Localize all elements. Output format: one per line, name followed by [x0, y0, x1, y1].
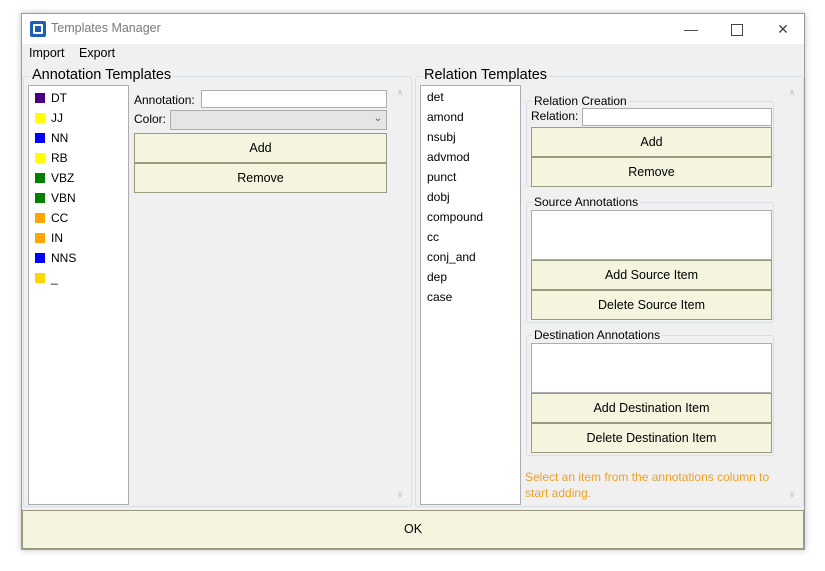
- relation-templates-group: Relation Templates det amond nsubj advmo…: [415, 67, 804, 507]
- add-destination-item-button[interactable]: Add Destination Item: [531, 393, 772, 423]
- relation-templates-title: Relation Templates: [422, 67, 550, 83]
- add-source-item-button[interactable]: Add Source Item: [531, 260, 772, 290]
- maximize-icon: [731, 24, 743, 37]
- color-swatch: [35, 213, 45, 223]
- destination-annotations-group: Destination Annotations Add Destination …: [526, 328, 774, 456]
- add-annotation-button[interactable]: Add: [134, 133, 387, 163]
- relation-list[interactable]: det amond nsubj advmod punct dobj compou…: [420, 85, 521, 505]
- list-item[interactable]: case: [427, 290, 452, 310]
- annotation-templates-group: Annotation Templates DT JJ NN RB VBZ VBN…: [23, 67, 412, 507]
- annotation-templates-title: Annotation Templates: [30, 67, 174, 83]
- remove-relation-button[interactable]: Remove: [531, 157, 772, 187]
- source-annotations-group: Source Annotations Add Source Item Delet…: [526, 195, 774, 323]
- list-item[interactable]: advmod: [427, 150, 470, 170]
- source-annotations-list[interactable]: [531, 210, 772, 260]
- window-title: Templates Manager: [51, 21, 161, 35]
- list-item-label: JJ: [51, 111, 63, 125]
- list-item-label: NN: [51, 131, 69, 145]
- color-swatch: [35, 253, 45, 263]
- ok-button[interactable]: OK: [22, 510, 804, 549]
- color-swatch: [35, 113, 45, 123]
- chevron-down-icon: ⌄: [373, 113, 382, 124]
- annotation-label: Annotation:: [134, 93, 195, 107]
- relation-input[interactable]: [582, 108, 772, 126]
- destination-annotations-title: Destination Annotations: [532, 328, 663, 342]
- relation-creation-title: Relation Creation: [532, 94, 629, 108]
- list-item-label: DT: [51, 91, 67, 105]
- list-item[interactable]: amond: [427, 110, 464, 130]
- color-dropdown[interactable]: ⌄: [170, 110, 387, 130]
- title-bar: Templates Manager — ✕: [22, 14, 804, 44]
- color-swatch: [35, 133, 45, 143]
- list-item[interactable]: compound: [427, 210, 483, 230]
- relation-scrollbar[interactable]: ∧ ∨: [785, 85, 799, 505]
- close-icon: ✕: [777, 21, 789, 37]
- minimize-icon: —: [684, 21, 698, 37]
- menu-export[interactable]: Export: [79, 46, 115, 60]
- close-button[interactable]: ✕: [760, 14, 806, 44]
- relation-creation-group: Relation Creation Relation: Add Remove: [526, 94, 774, 187]
- scroll-down-icon[interactable]: ∨: [394, 489, 406, 500]
- list-item[interactable]: punct: [427, 170, 456, 190]
- annotation-scrollbar[interactable]: ∧ ∨: [393, 85, 407, 505]
- menu-bar: Import Export: [22, 44, 804, 64]
- list-item[interactable]: dobj: [427, 190, 450, 210]
- list-item[interactable]: cc: [427, 230, 439, 250]
- delete-source-item-button[interactable]: Delete Source Item: [531, 290, 772, 320]
- color-swatch: [35, 93, 45, 103]
- list-item-label: _: [51, 271, 58, 285]
- list-item-label: CC: [51, 211, 69, 225]
- color-swatch: [35, 233, 45, 243]
- list-item-label: VBZ: [51, 171, 75, 185]
- scroll-up-icon[interactable]: ∧: [394, 87, 406, 98]
- maximize-button[interactable]: [714, 14, 760, 44]
- list-item[interactable]: nsubj: [427, 130, 456, 150]
- app-icon: [30, 21, 46, 37]
- list-item[interactable]: conj_and: [427, 250, 476, 270]
- color-swatch: [35, 193, 45, 203]
- annotation-input[interactable]: [201, 90, 387, 108]
- list-item-label: RB: [51, 151, 68, 165]
- hint-text: Select an item from the annotations colu…: [525, 470, 770, 500]
- color-swatch: [35, 273, 45, 283]
- scroll-up-icon[interactable]: ∧: [786, 87, 798, 98]
- list-item-label: IN: [51, 231, 63, 245]
- minimize-button[interactable]: —: [668, 14, 714, 44]
- delete-destination-item-button[interactable]: Delete Destination Item: [531, 423, 772, 453]
- list-item-label: VBN: [51, 191, 76, 205]
- menu-import[interactable]: Import: [29, 46, 64, 60]
- destination-annotations-list[interactable]: [531, 343, 772, 393]
- list-item[interactable]: dep: [427, 270, 447, 290]
- color-label: Color:: [134, 112, 167, 126]
- list-item[interactable]: det: [427, 90, 444, 110]
- color-swatch: [35, 153, 45, 163]
- source-annotations-title: Source Annotations: [532, 195, 641, 209]
- list-item-label: NNS: [51, 251, 77, 265]
- annotation-list[interactable]: DT JJ NN RB VBZ VBN CC IN NNS _: [28, 85, 129, 505]
- scroll-down-icon[interactable]: ∨: [786, 489, 798, 500]
- templates-manager-window: Templates Manager — ✕ Import Export Anno…: [21, 13, 805, 550]
- add-relation-button[interactable]: Add: [531, 127, 772, 157]
- relation-label: Relation:: [531, 109, 579, 123]
- remove-annotation-button[interactable]: Remove: [134, 163, 387, 193]
- color-swatch: [35, 173, 45, 183]
